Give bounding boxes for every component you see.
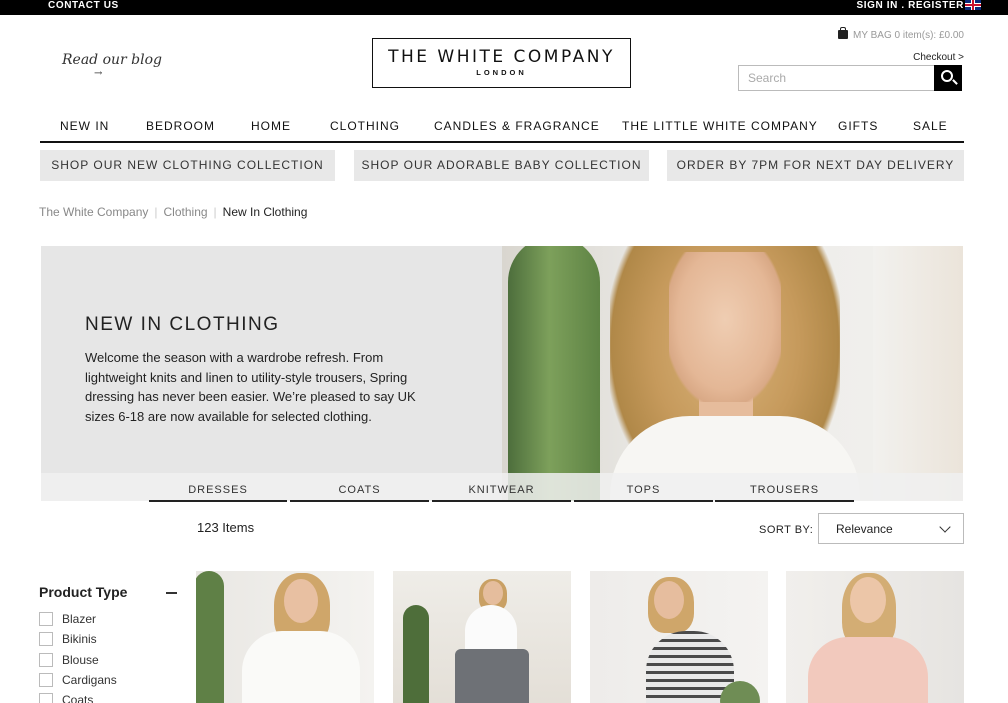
blog-label: Read our blog: [62, 52, 163, 68]
bag-icon: [838, 27, 849, 39]
breadcrumb-separator: |: [154, 205, 158, 219]
main-navigation: NEW IN BEDROOM HOME CLOTHING CANDLES & F…: [40, 112, 964, 143]
checkbox[interactable]: [39, 612, 53, 626]
checkbox[interactable]: [39, 673, 53, 687]
checkout-link[interactable]: Checkout >: [913, 52, 964, 63]
tab-knitwear[interactable]: KNITWEAR: [432, 478, 571, 502]
breadcrumb-home[interactable]: The White Company: [39, 205, 148, 219]
nav-item-gifts[interactable]: GIFTS: [838, 119, 878, 133]
hero-description: Welcome the season with a wardrobe refre…: [85, 350, 416, 424]
bag-summary: MY BAG 0 item(s): £0.00: [853, 30, 964, 41]
nav-item-little-white-company[interactable]: THE LITTLE WHITE COMPANY: [622, 119, 818, 133]
hero-banner: NEW IN CLOTHING Welcome the season with …: [41, 246, 963, 501]
tab-dresses[interactable]: DRESSES: [149, 478, 287, 502]
results-count: 123 Items: [197, 520, 255, 535]
breadcrumb: The White Company | Clothing | New In Clothi…: [39, 205, 307, 219]
nav-item-sale[interactable]: SALE: [913, 119, 948, 133]
filter-option-label: Bikinis: [62, 632, 97, 646]
breadcrumb-clothing[interactable]: Clothing: [164, 205, 208, 219]
checkbox[interactable]: [39, 693, 53, 703]
product-card-image[interactable]: [786, 571, 964, 703]
filter-option-blazer[interactable]: Blazer: [39, 612, 96, 626]
filter-option-coats[interactable]: Coats: [39, 693, 93, 703]
filter-option-label: Blazer: [62, 612, 97, 626]
filter-option-cardigans[interactable]: Cardigans: [39, 673, 117, 687]
register-link[interactable]: REGISTER: [908, 0, 964, 11]
chevron-down-icon: [939, 521, 951, 533]
logo-subtitle: LONDON: [476, 68, 527, 77]
tab-coats[interactable]: COATS: [290, 478, 429, 502]
uk-flag-icon[interactable]: [965, 0, 981, 10]
auth-separator: .: [897, 0, 909, 11]
filter-option-blouse[interactable]: Blouse: [39, 653, 99, 667]
tab-trousers[interactable]: TROUSERS: [715, 478, 854, 502]
nav-item-bedroom[interactable]: BEDROOM: [146, 119, 215, 133]
blog-link[interactable]: Read our blog →: [62, 52, 163, 79]
sort-label: SORT BY:: [759, 524, 814, 536]
breadcrumb-current: New In Clothing: [222, 205, 308, 219]
product-card-image[interactable]: [590, 571, 768, 703]
promo-baby-collection[interactable]: SHOP OUR ADORABLE BABY COLLECTION: [354, 150, 649, 181]
hero-model-photo: [502, 246, 963, 501]
sign-in-link[interactable]: SIGN IN: [857, 0, 898, 11]
search-button[interactable]: [934, 65, 962, 91]
page-title: NEW IN CLOTHING: [85, 314, 280, 335]
arrow-right-icon: →: [94, 68, 103, 79]
collapse-minus-icon[interactable]: [166, 592, 177, 594]
sort-value: Relevance: [836, 522, 893, 536]
filter-option-label: Coats: [62, 693, 94, 703]
account-links: SIGN IN . REGISTER: [857, 0, 965, 11]
search-input[interactable]: [738, 65, 935, 91]
shopping-bag-link[interactable]: MY BAG 0 item(s): £0.00: [838, 27, 964, 41]
logo[interactable]: THE WHITE COMPANY LONDON: [372, 38, 631, 88]
product-card-image[interactable]: [393, 571, 571, 703]
logo-wordmark: THE WHITE COMPANY: [388, 47, 615, 67]
promo-next-day-delivery[interactable]: ORDER BY 7PM FOR NEXT DAY DELIVERY: [667, 150, 964, 181]
filter-option-label: Blouse: [62, 653, 99, 667]
filter-option-bikinis[interactable]: Bikinis: [39, 632, 97, 646]
contact-us-link[interactable]: CONTACT US: [48, 0, 119, 11]
checkbox[interactable]: [39, 632, 53, 646]
sort-dropdown[interactable]: Relevance: [818, 513, 964, 544]
nav-item-home[interactable]: HOME: [251, 119, 291, 133]
promo-clothing-collection[interactable]: SHOP OUR NEW CLOTHING COLLECTION: [40, 150, 335, 181]
top-bar: CONTACT US SIGN IN . REGISTER: [0, 0, 1008, 15]
tab-tops[interactable]: TOPS: [574, 478, 713, 502]
product-card-image[interactable]: [196, 571, 374, 703]
filter-option-label: Cardigans: [62, 673, 117, 687]
breadcrumb-separator: |: [213, 205, 217, 219]
nav-item-clothing[interactable]: CLOTHING: [330, 119, 400, 133]
nav-item-candles-fragrance[interactable]: CANDLES & FRAGRANCE: [434, 119, 600, 133]
checkbox[interactable]: [39, 653, 53, 667]
filter-heading-product-type[interactable]: Product Type: [39, 584, 127, 600]
nav-item-new-in[interactable]: NEW IN: [60, 119, 109, 133]
